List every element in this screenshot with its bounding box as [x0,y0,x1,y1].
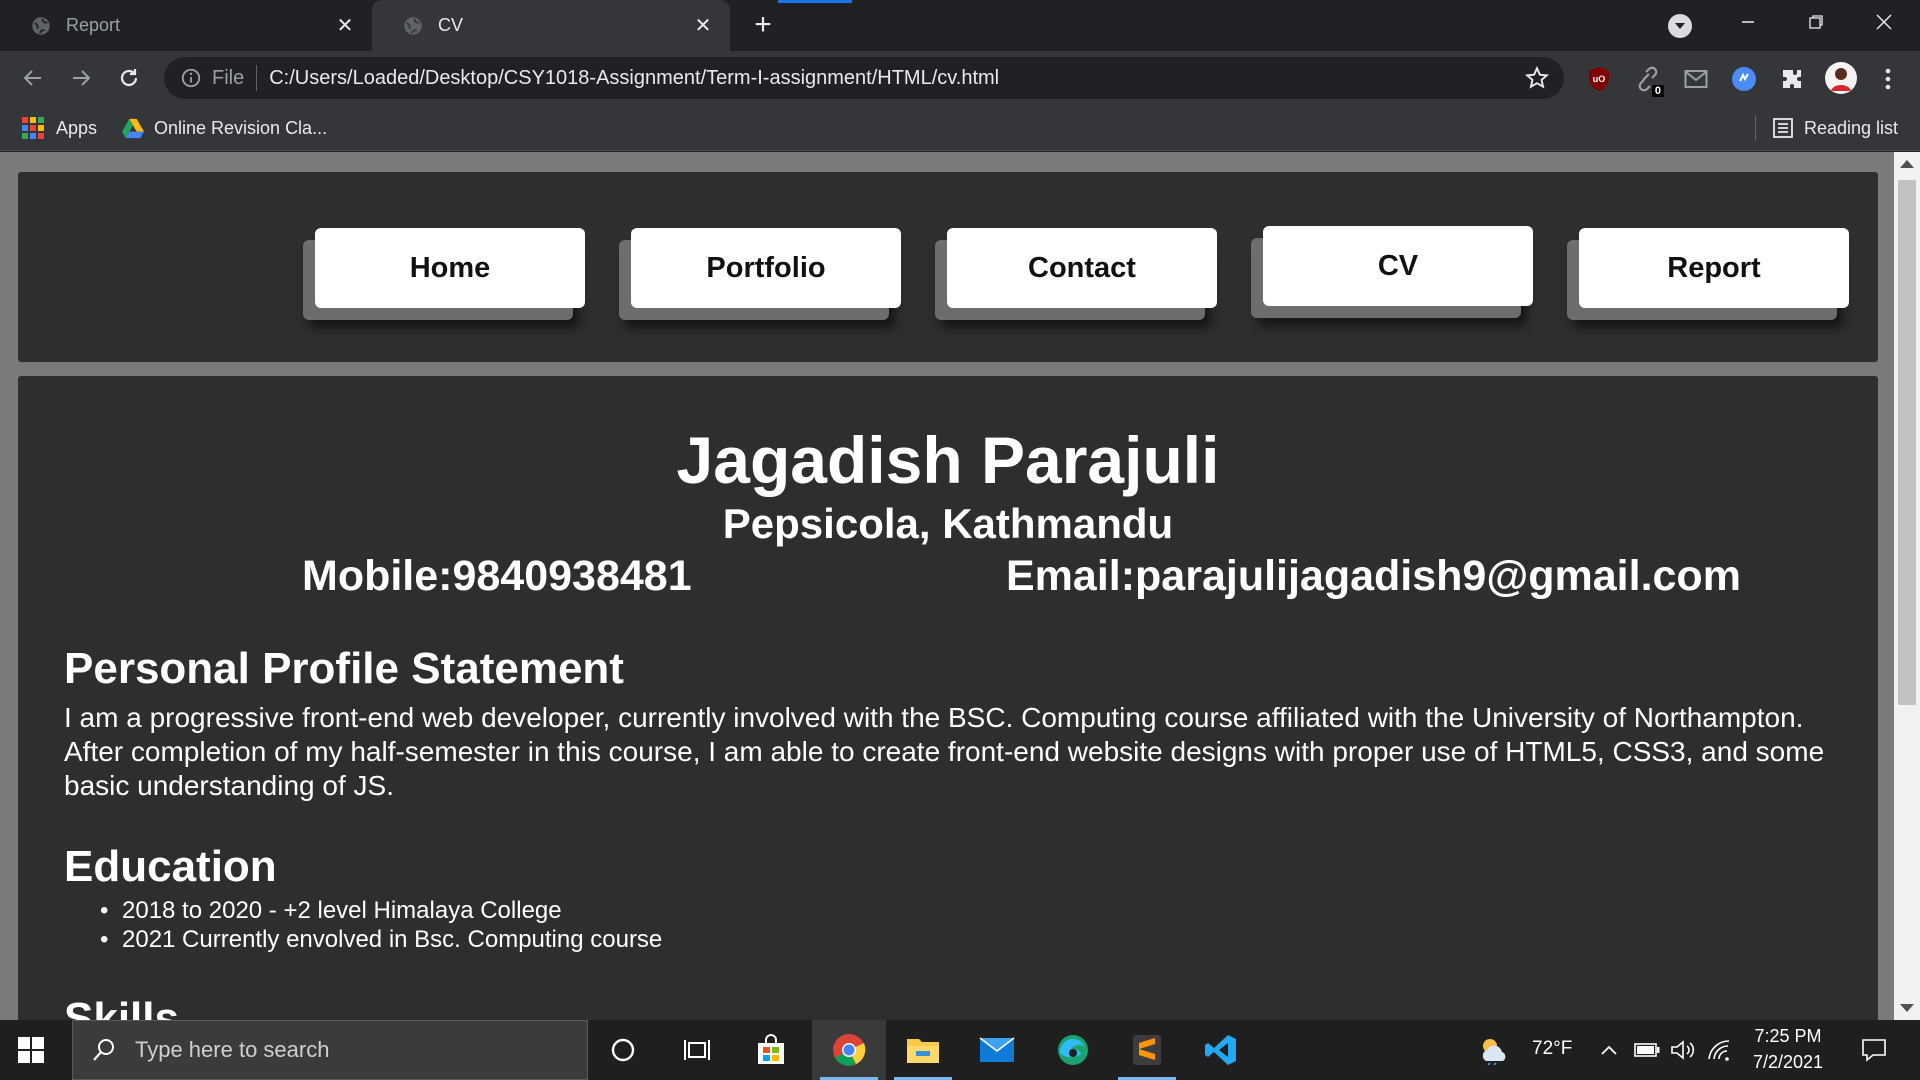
cv-mobile: Mobile:9840938481 [302,552,692,600]
close-window-icon[interactable] [1850,0,1918,44]
globe-icon [32,16,50,35]
bookmark-online-revision[interactable]: Online Revision Cla... [122,105,327,151]
nav-label[interactable]: Home [315,228,585,308]
file-explorer-icon[interactable] [886,1020,960,1080]
profile-text: I am a progressive front-end web develop… [64,702,1825,801]
tab-title: Report [66,15,121,35]
url-scheme: File [212,66,245,89]
minimize-icon[interactable] [1714,0,1782,44]
edge-icon[interactable] [1036,1020,1110,1080]
browser-tab-strip: Report ✕ CV ✕ + [0,0,1920,51]
google-drive-icon [122,118,144,139]
new-tab-button[interactable]: + [748,10,778,40]
tab-title: CV [438,15,464,35]
vscode-icon[interactable] [1184,1020,1258,1080]
sublime-text-icon[interactable] [1110,1020,1184,1080]
ublock-icon[interactable]: uO [1585,65,1613,93]
cv-name: Jagadish Parajuli [676,423,1220,497]
list-item: 2021 Currently envolved in Bsc. Computin… [100,925,662,954]
microsoft-store-icon[interactable] [734,1020,808,1080]
cv-content: Jagadish Parajuli Pepsicola, Kathmandu M… [18,376,1878,1020]
reading-list-icon [1773,118,1793,138]
chevron-up-icon[interactable] [1596,1020,1622,1080]
scrollbar-thumb[interactable] [1898,180,1916,705]
globe-icon [404,16,422,35]
nav-contact-button[interactable]: Contact [935,228,1217,320]
link-extension-icon[interactable]: 0 [1634,65,1664,97]
taskbar-search-box[interactable]: Type here to search [72,1020,588,1080]
wifi-icon[interactable] [1704,1020,1734,1080]
cortana-icon[interactable] [586,1020,660,1080]
skills-heading: Skills [64,994,179,1020]
site-navigation: Home Portfolio Contact CV Report [18,172,1878,362]
svg-text:uO: uO [1593,74,1606,84]
tab-report[interactable]: Report ✕ [0,0,372,51]
mail-icon[interactable] [1682,65,1710,93]
windows-taskbar: Type here to search 72°F 7:25 PM 7/2/202… [0,1020,1920,1080]
weather-temperature[interactable]: 72°F [1532,1038,1572,1060]
chrome-taskbar-icon[interactable] [812,1020,886,1080]
restore-icon[interactable] [1782,0,1850,44]
extension-badge: 0 [1651,85,1664,97]
nav-report-button[interactable]: Report [1567,228,1849,320]
puzzle-extensions-icon[interactable] [1778,65,1806,93]
bookmark-label: Apps [56,117,98,138]
battery-icon[interactable] [1632,1020,1662,1080]
cv-email: Email:parajulijagadish9@gmail.com [1006,552,1741,600]
tab-cv[interactable]: CV ✕ [372,0,730,51]
scroll-up-arrow-icon[interactable] [1900,160,1914,168]
nav-cv-button[interactable]: CV [1251,226,1533,318]
nav-portfolio-button[interactable]: Portfolio [619,228,901,320]
education-list: 2018 to 2020 - +2 level Himalaya College… [100,896,662,954]
nav-label[interactable]: Report [1579,228,1849,308]
profile-heading: Personal Profile Statement [64,644,624,693]
address-bar[interactable]: File C:/Users/Loaded/Desktop/CSY1018-Ass… [164,57,1564,99]
blue-extension-icon[interactable] [1730,65,1758,93]
nav-label[interactable]: Contact [947,228,1217,308]
bookmark-apps[interactable]: Apps [22,105,97,151]
apps-grid-icon [22,117,44,139]
search-placeholder: Type here to search [135,1037,330,1062]
clock-time[interactable]: 7:25 PM [1752,1026,1824,1047]
bookmark-star-icon[interactable] [1524,65,1550,91]
windows-start-icon[interactable] [18,1037,44,1063]
page-viewport: Home Portfolio Contact CV Report Jagadis… [0,152,1920,1020]
reload-icon[interactable] [114,63,144,93]
bookmarks-bar: Apps Online Revision Cla... Reading list [0,105,1920,151]
browser-toolbar: File C:/Users/Loaded/Desktop/CSY1018-Ass… [0,51,1920,105]
loading-indicator [778,0,852,3]
reading-list-button[interactable]: Reading list [1772,105,1898,151]
weather-icon[interactable] [1474,1020,1514,1080]
volume-icon[interactable] [1668,1020,1698,1080]
bookmark-label: Online Revision Cla... [154,117,328,138]
mail-app-icon[interactable] [960,1020,1034,1080]
education-heading: Education [64,842,277,891]
scroll-down-arrow-icon[interactable] [1900,1004,1914,1012]
clock-date[interactable]: 7/2/2021 [1746,1052,1830,1073]
cv-address: Pepsicola, Kathmandu [722,500,1174,547]
info-icon[interactable] [180,67,202,89]
task-view-icon[interactable] [660,1020,734,1080]
search-icon [93,1039,114,1061]
menu-kebab-icon[interactable] [1874,65,1902,93]
nav-home-button[interactable]: Home [303,228,585,320]
divider [1755,115,1756,141]
close-icon[interactable]: ✕ [334,15,356,37]
back-icon[interactable] [18,63,48,93]
divider [256,65,258,91]
reading-list-label: Reading list [1804,117,1899,138]
nav-label[interactable]: Portfolio [631,228,901,308]
notification-icon[interactable] [1852,1020,1896,1080]
url-text[interactable]: C:/Users/Loaded/Desktop/CSY1018-Assignme… [269,67,1524,90]
tab-search-icon[interactable] [1668,14,1692,38]
forward-icon[interactable] [66,63,96,93]
nav-label[interactable]: CV [1263,226,1533,306]
profile-avatar[interactable] [1824,61,1858,95]
close-icon[interactable]: ✕ [692,15,714,37]
list-item: 2018 to 2020 - +2 level Himalaya College [100,896,662,925]
